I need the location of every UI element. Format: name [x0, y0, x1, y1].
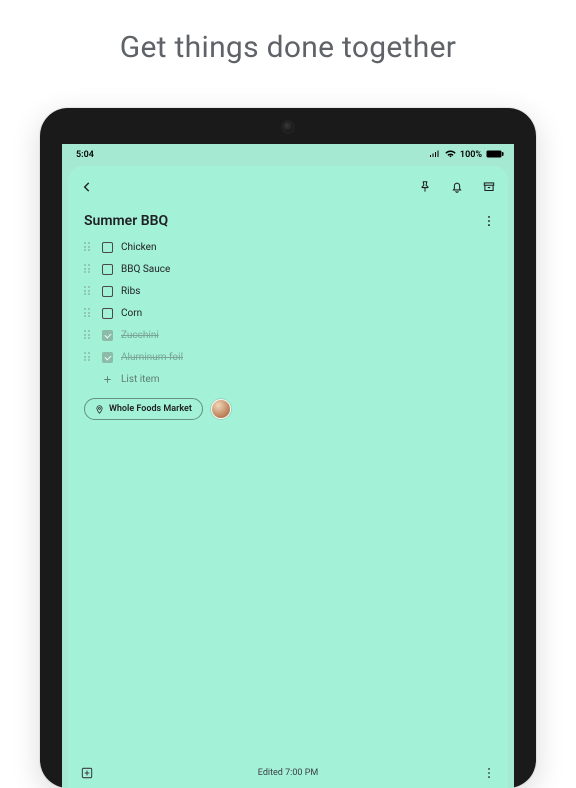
- edited-timestamp: Edited 7:00 PM: [258, 768, 318, 778]
- list-item-label: Corn: [121, 308, 142, 319]
- checkbox[interactable]: [102, 308, 113, 319]
- drag-handle-icon[interactable]: [84, 286, 94, 296]
- add-list-item-label: List item: [121, 374, 160, 385]
- list-item-label: Chicken: [121, 242, 156, 253]
- list-item-label: Ribs: [121, 286, 140, 297]
- add-list-item[interactable]: List item: [78, 368, 498, 390]
- checkbox[interactable]: [102, 330, 113, 341]
- back-button[interactable]: [78, 178, 96, 196]
- checkbox[interactable]: [102, 242, 113, 253]
- list-item-label: Aluminum foil: [121, 352, 183, 363]
- list-item[interactable]: Ribs: [78, 280, 498, 302]
- wifi-icon: [445, 150, 456, 161]
- battery-percent: 100%: [460, 150, 482, 160]
- note-title[interactable]: Summer BBQ: [84, 213, 168, 229]
- list-item-label: Zucchini: [121, 330, 159, 341]
- list-item[interactable]: Corn: [78, 302, 498, 324]
- checkbox[interactable]: [102, 264, 113, 275]
- drag-handle-icon[interactable]: [84, 242, 94, 252]
- note-bottom-bar: Edited 7:00 PM: [68, 762, 508, 788]
- list-item[interactable]: Chicken: [78, 236, 498, 258]
- list-item-label: BBQ Sauce: [121, 264, 170, 275]
- location-chip[interactable]: Whole Foods Market: [84, 398, 203, 420]
- signal-icon: [429, 150, 441, 161]
- note-toolbar: [68, 166, 508, 204]
- archive-button[interactable]: [480, 178, 498, 196]
- drag-handle-icon[interactable]: [84, 352, 94, 362]
- marketing-headline: Get things done together: [0, 30, 576, 65]
- list-item[interactable]: Aluminum foil: [78, 346, 498, 368]
- battery-icon: [486, 150, 504, 161]
- device-screen: 5:04 100%: [62, 144, 514, 788]
- tablet-camera: [283, 122, 293, 132]
- list-item[interactable]: Zucchini: [78, 324, 498, 346]
- bottom-overflow-button[interactable]: [480, 764, 498, 782]
- status-time: 5:04: [76, 150, 94, 160]
- list-item[interactable]: BBQ Sauce: [78, 258, 498, 280]
- tablet-frame: 5:04 100%: [40, 108, 536, 788]
- reminder-button[interactable]: [448, 178, 466, 196]
- checkbox[interactable]: [102, 352, 113, 363]
- drag-handle-icon[interactable]: [84, 264, 94, 274]
- drag-handle-icon[interactable]: [84, 330, 94, 340]
- pin-button[interactable]: [416, 178, 434, 196]
- location-chip-label: Whole Foods Market: [109, 404, 192, 414]
- checkbox[interactable]: [102, 286, 113, 297]
- collaborator-avatar[interactable]: [211, 399, 231, 419]
- drag-handle-icon[interactable]: [84, 308, 94, 318]
- note-card: Summer BBQ Chicken BBQ Sauce: [68, 166, 508, 788]
- note-overflow-button[interactable]: [480, 212, 498, 230]
- checklist: Chicken BBQ Sauce Ribs Corn: [68, 236, 508, 390]
- status-bar: 5:04 100%: [62, 144, 514, 164]
- add-action-button[interactable]: [78, 764, 96, 782]
